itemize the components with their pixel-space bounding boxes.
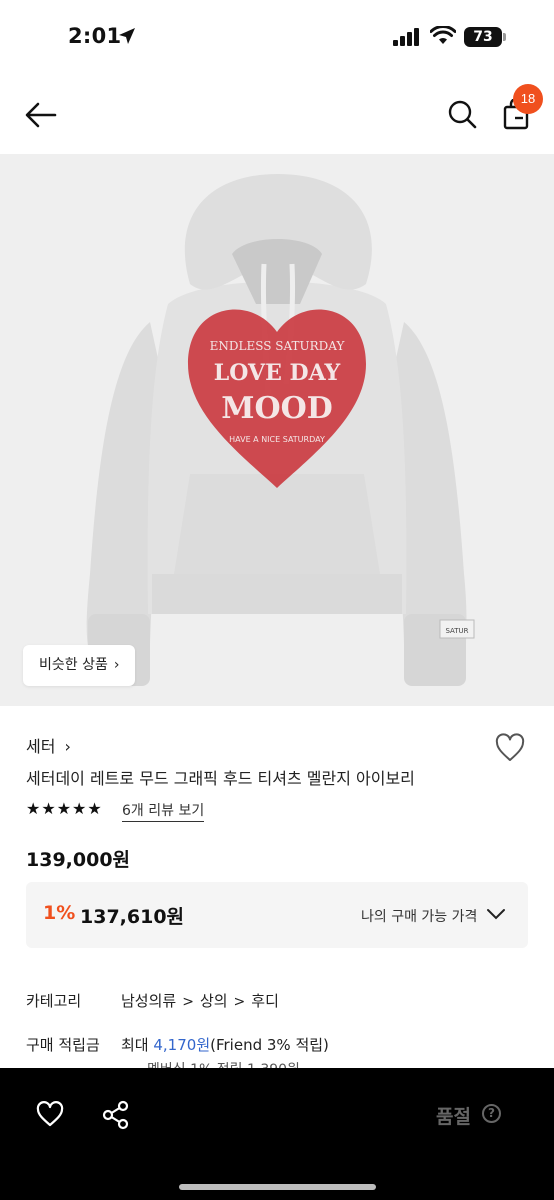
points-label: 구매 적립금 [26,1036,100,1054]
chevron-right-icon: › [64,737,71,756]
chevron-down-icon [487,909,505,920]
top-nav-bar [0,74,554,154]
share-icon[interactable] [102,1100,130,1130]
location-arrow-icon [119,28,135,44]
discount-rate: 1% [43,902,76,924]
battery-nub [503,33,506,41]
bottom-action-bar: 품절 ? [0,1068,554,1200]
help-icon[interactable]: ? [482,1104,501,1123]
breadcrumb-item[interactable]: 후디 [251,992,279,1010]
breadcrumb-item[interactable]: 남성의류 [121,992,176,1010]
product-price: 139,000원 [26,849,131,871]
my-price-dropdown[interactable]: 1% 137,610원 나의 구매 가능 가격 [26,882,528,948]
star-rating-icons: ★★★★★ [26,799,103,818]
chevron-right-icon: > [182,994,194,1010]
status-bar: 2:01 73 [0,0,554,74]
print-top-text: ENDLESS SATURDAY [210,339,346,353]
cart-count-badge: 18 [513,84,543,114]
brand-link[interactable]: 세터 › [26,733,71,757]
wishlist-heart-icon[interactable] [494,733,526,763]
product-name: 세터데이 레트로 무드 그래픽 후드 티셔츠 멜란지 아이보리 [26,769,415,788]
points-value: 최대 4,170원(Friend 3% 적립) [121,1034,329,1055]
product-image[interactable]: ENDLESS SATURDAY LOVE DAY MOOD HAVE A NI… [0,154,554,706]
status-time: 2:01 [68,24,122,48]
my-price-label: 나의 구매 가능 가격 [361,909,478,925]
cellular-signal-icon [393,28,419,46]
back-arrow-icon[interactable] [24,100,58,130]
print-sub-text: HAVE A NICE SATURDAY [229,435,325,444]
hoodie-illustration: ENDLESS SATURDAY LOVE DAY MOOD HAVE A NI… [86,174,475,686]
points-suffix: (Friend 3% 적립) [210,1036,329,1054]
soldout-label: 품절 [436,1106,471,1128]
print-love-text: LOVE DAY [214,360,341,386]
breadcrumb-item[interactable]: 상의 [200,992,228,1010]
similar-products-label: 비슷한 상품 [39,657,108,673]
wifi-icon [430,26,456,44]
sleeve-label-text: SATUR [445,627,468,635]
search-icon[interactable] [447,99,477,129]
chevron-right-icon: > [233,994,246,1010]
points-amount: 4,170원 [153,1036,211,1054]
battery-indicator: 73 [464,27,502,47]
heart-icon[interactable] [36,1101,64,1127]
chevron-right-icon: › [113,657,120,673]
points-prefix: 최대 [121,1036,154,1054]
print-mood-text: MOOD [221,391,333,426]
review-link[interactable]: 6개 리뷰 보기 [122,800,205,822]
category-label: 카테고리 [26,992,82,1010]
home-indicator [179,1184,376,1190]
category-breadcrumb: 남성의류 > 상의 > 후디 [121,990,279,1011]
brand-name: 세터 [26,737,56,756]
similar-products-button[interactable]: 비슷한 상품 › [23,645,136,686]
discounted-price: 137,610원 [80,906,185,928]
